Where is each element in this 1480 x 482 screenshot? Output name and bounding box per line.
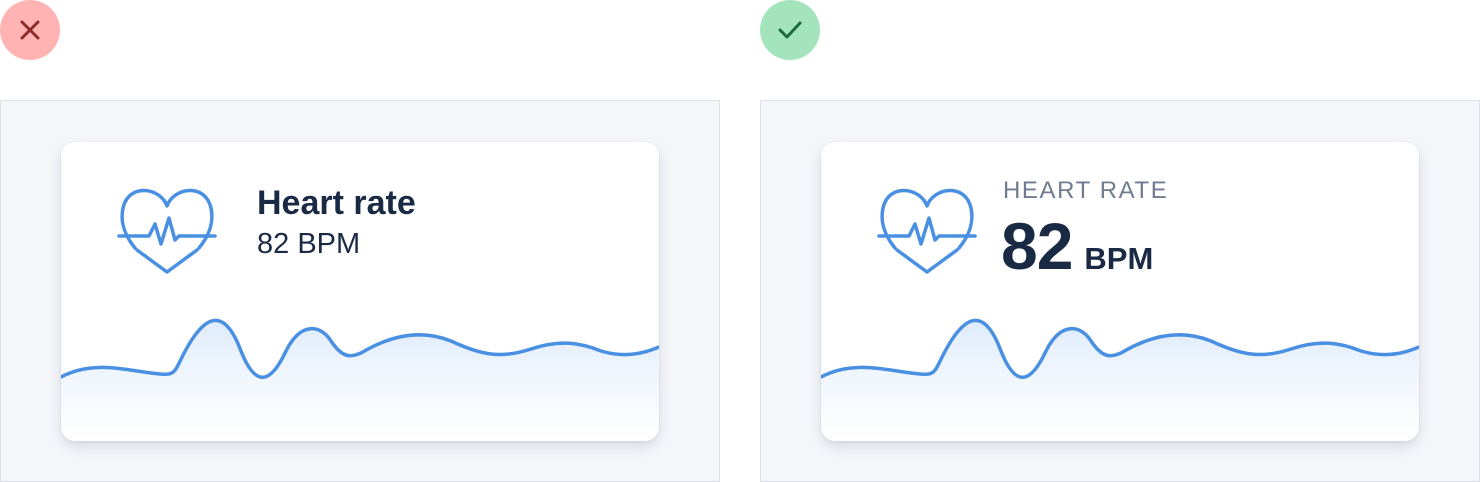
heart-rate-card: Heart rate 82 BPM	[61, 142, 659, 441]
bad-example-panel: Heart rate 82 BPM	[0, 100, 720, 482]
heart-rate-card: HEART RATE 82 BPM	[821, 142, 1419, 441]
heart-pulse-icon	[117, 188, 217, 274]
bad-example-badge	[0, 0, 60, 60]
metric-value-number: 82	[1001, 209, 1073, 283]
close-icon	[20, 20, 40, 40]
metric-value: 82 BPM	[257, 228, 361, 260]
metric-value-unit: BPM	[1084, 241, 1154, 276]
metric-value: 82 BPM	[1001, 208, 1153, 284]
check-icon	[778, 21, 802, 39]
metric-title: Heart rate	[257, 184, 416, 222]
good-example-panel: HEART RATE 82 BPM	[760, 100, 1480, 482]
good-example-badge	[760, 0, 820, 60]
heart-rate-sparkline	[821, 318, 1419, 441]
heart-rate-sparkline	[61, 318, 659, 441]
heart-pulse-icon	[877, 188, 977, 274]
metric-label: HEART RATE	[1003, 177, 1169, 204]
